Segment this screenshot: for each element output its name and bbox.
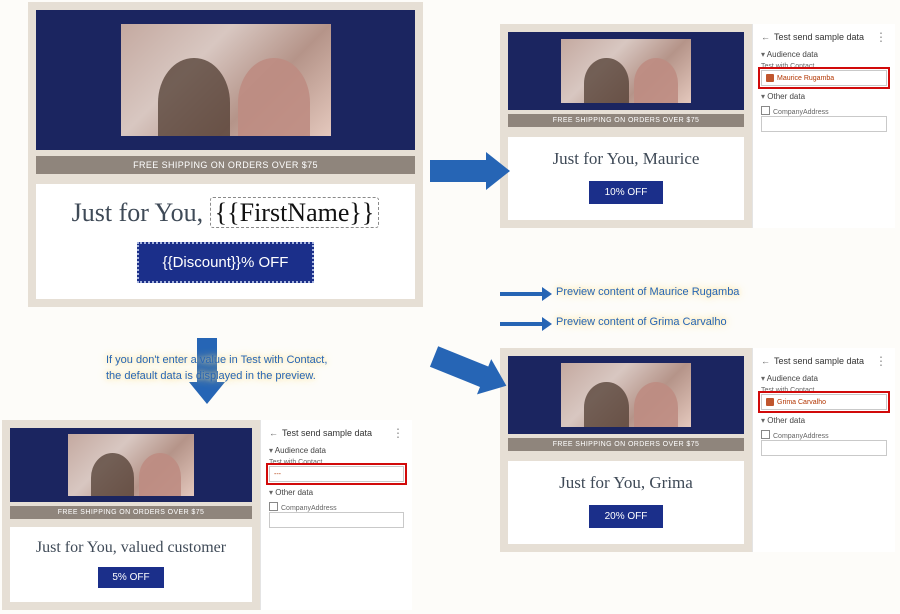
section-audience[interactable]: Audience data [761, 374, 887, 383]
back-icon[interactable]: ← [761, 32, 770, 42]
section-other[interactable]: Other data [761, 416, 887, 425]
preview-maurice: FREE SHIPPING ON ORDERS OVER $75 Just fo… [500, 24, 895, 228]
test-contact-value: Maurice Rugamba [777, 75, 834, 82]
hero-banner [508, 356, 744, 434]
more-icon[interactable]: ⋮ [392, 426, 404, 440]
hero-photo [68, 434, 194, 496]
panel-header: ← Test send sample data ⋮ [761, 354, 887, 368]
email-body: Just for You, Grima 20% OFF [508, 461, 744, 544]
company-address-input[interactable] [761, 440, 887, 456]
panel-title: Test send sample data [774, 356, 864, 366]
headline: Just for You, Grima [512, 473, 740, 493]
more-icon[interactable]: ⋮ [875, 354, 887, 368]
test-contact-input[interactable]: --- [269, 466, 404, 482]
hero-banner [508, 32, 744, 110]
contact-chip-icon [766, 74, 774, 82]
email-body: Just for You, {{FirstName}} {{Discount}}… [36, 184, 415, 299]
email-preview: FREE SHIPPING ON ORDERS OVER $75 Just fo… [500, 348, 752, 552]
hero-banner [10, 428, 252, 502]
test-contact-value: Grima Carvalho [777, 399, 826, 406]
section-other[interactable]: Other data [269, 488, 404, 497]
company-address-text: CompanyAddress [281, 505, 337, 512]
test-contact-input[interactable]: Grima Carvalho [761, 394, 887, 410]
company-address-text: CompanyAddress [773, 109, 829, 116]
back-icon[interactable]: ← [269, 428, 278, 438]
back-icon[interactable]: ← [761, 356, 770, 366]
headline: Just for You, valued customer [14, 539, 248, 557]
caption-grima: Preview content of Grima Carvalho [556, 316, 727, 328]
section-audience[interactable]: Audience data [761, 50, 887, 59]
label-test-contact: Test with Contact [761, 387, 887, 394]
label-company-address: CompanyAddress [761, 105, 887, 116]
label-test-contact: Test with Contact [761, 63, 887, 70]
caption-no-contact-2: the default data is displayed in the pre… [106, 370, 316, 382]
email-preview: FREE SHIPPING ON ORDERS OVER $75 Just fo… [2, 420, 260, 610]
discount-button[interactable]: 5% OFF [98, 567, 163, 588]
label-test-contact: Test with Contact [269, 459, 404, 466]
company-address-text: CompanyAddress [773, 433, 829, 440]
company-address-input[interactable] [269, 512, 404, 528]
preview-no-contact: FREE SHIPPING ON ORDERS OVER $75 Just fo… [2, 420, 412, 610]
test-send-panel: ← Test send sample data ⋮ Audience data … [752, 348, 895, 552]
email-body: Just for You, valued customer 5% OFF [10, 527, 252, 602]
caption-arrow-icon [500, 292, 542, 296]
more-icon[interactable]: ⋮ [875, 30, 887, 44]
headline: Just for You, Maurice [512, 149, 740, 169]
label-company-address: CompanyAddress [761, 429, 887, 440]
section-other[interactable]: Other data [761, 92, 887, 101]
test-contact-input[interactable]: Maurice Rugamba [761, 70, 887, 86]
panel-title: Test send sample data [774, 32, 864, 42]
panel-header: ← Test send sample data ⋮ [269, 426, 404, 440]
hero-banner [36, 10, 415, 150]
discount-button[interactable]: 10% OFF [589, 181, 664, 204]
headline-static: Just for You, [72, 198, 210, 227]
hero-photo [121, 24, 331, 136]
hero-photo [561, 39, 691, 103]
field-icon [761, 106, 770, 115]
caption-arrow-icon [500, 322, 542, 326]
contact-chip-icon [766, 398, 774, 406]
test-send-panel: ← Test send sample data ⋮ Audience data … [752, 24, 895, 228]
preview-grima: FREE SHIPPING ON ORDERS OVER $75 Just fo… [500, 348, 895, 552]
email-preview-template: FREE SHIPPING ON ORDERS OVER $75 Just fo… [28, 2, 423, 307]
company-address-input[interactable] [761, 116, 887, 132]
shipping-banner: FREE SHIPPING ON ORDERS OVER $75 [10, 506, 252, 519]
label-company-address: CompanyAddress [269, 501, 404, 512]
field-icon [761, 430, 770, 439]
email-preview: FREE SHIPPING ON ORDERS OVER $75 Just fo… [500, 24, 752, 228]
panel-title: Test send sample data [282, 428, 372, 438]
shipping-banner: FREE SHIPPING ON ORDERS OVER $75 [508, 114, 744, 127]
shipping-banner: FREE SHIPPING ON ORDERS OVER $75 [36, 156, 415, 174]
shipping-banner: FREE SHIPPING ON ORDERS OVER $75 [508, 438, 744, 451]
arrow-diagonal-icon [430, 346, 490, 387]
discount-button[interactable]: 20% OFF [589, 505, 664, 528]
headline: Just for You, {{FirstName}} [42, 198, 409, 228]
discount-button[interactable]: {{Discount}}% OFF [137, 242, 315, 283]
test-contact-value: --- [274, 471, 281, 478]
hero-photo [561, 363, 691, 427]
panel-header: ← Test send sample data ⋮ [761, 30, 887, 44]
section-audience[interactable]: Audience data [269, 446, 404, 455]
test-send-panel: ← Test send sample data ⋮ Audience data … [260, 420, 412, 610]
caption-no-contact-1: If you don't enter a value in Test with … [106, 354, 327, 366]
arrow-right-icon [430, 160, 488, 182]
caption-maurice: Preview content of Maurice Rugamba [556, 286, 739, 298]
firstname-token[interactable]: {{FirstName}} [210, 197, 380, 228]
field-icon [269, 502, 278, 511]
email-body: Just for You, Maurice 10% OFF [508, 137, 744, 220]
